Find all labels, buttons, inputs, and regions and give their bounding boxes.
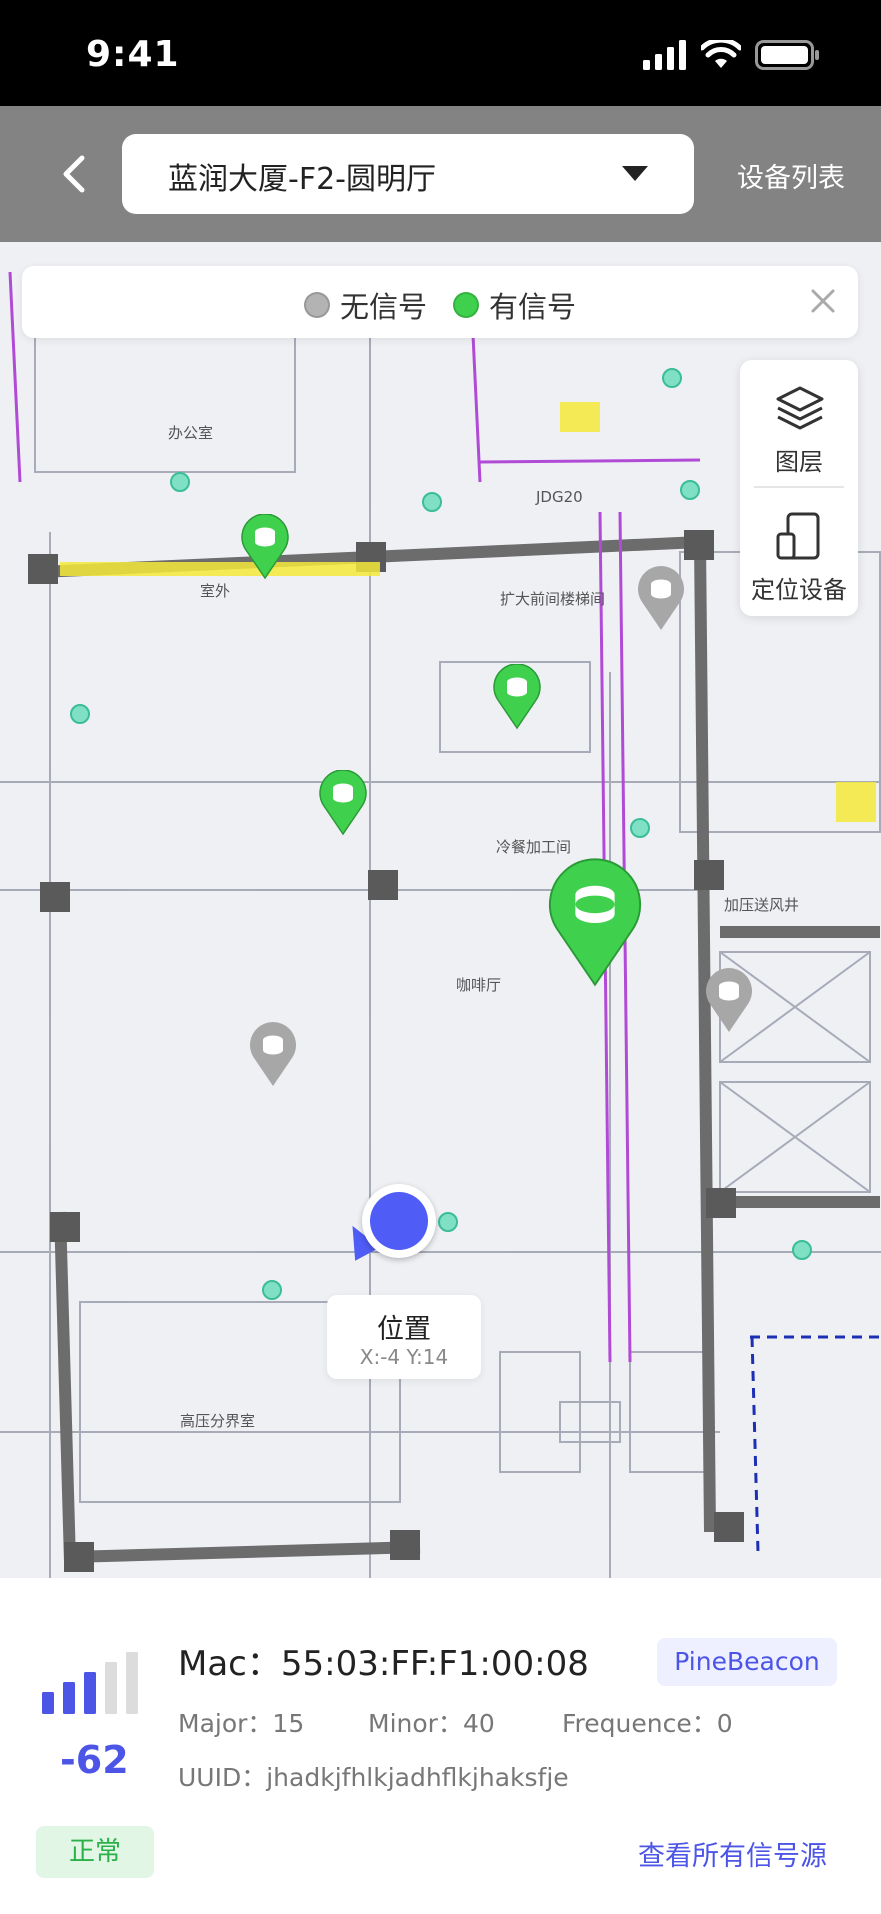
mac-address: Mac：55:03:FF:F1:00:08: [178, 1636, 589, 1685]
major-value: 15: [272, 1709, 305, 1738]
uuid-label: UUID：: [178, 1763, 267, 1792]
signal-bar-empty: [105, 1662, 117, 1714]
locate-device-label: 定位设备: [751, 576, 847, 604]
room-label-kitchen: 冷餐加工间: [496, 838, 571, 856]
major-label: Major：: [178, 1709, 273, 1738]
status-icons: [643, 40, 821, 70]
minor-label: Minor：: [368, 1709, 463, 1738]
layers-label: 图层: [775, 448, 823, 476]
green-dot-icon: [453, 292, 479, 318]
signal-legend: 无信号 有信号: [22, 266, 858, 338]
frequence: Frequence：0: [562, 1704, 733, 1740]
room-label-shaft: 加压送风井: [724, 896, 799, 914]
minor-value: 40: [462, 1709, 495, 1738]
signal-bar-filled: [84, 1672, 96, 1714]
room-label-substation: 高压分界室: [180, 1412, 255, 1430]
beacon-pin-active[interactable]: [492, 664, 542, 730]
beacon-pin-active[interactable]: [318, 770, 368, 836]
beacon-pin-inactive[interactable]: [248, 1022, 298, 1088]
uuid-value: jhadkjfhlkjadhflkjhaksfje: [266, 1763, 569, 1792]
status-badge: 正常: [36, 1826, 154, 1878]
current-location-marker[interactable]: [362, 1184, 436, 1258]
gray-dot-icon: [303, 292, 330, 318]
cellular-signal-icon: [643, 40, 686, 70]
status-bar: 9:41: [0, 0, 881, 106]
beacon-pin-inactive[interactable]: [636, 566, 686, 632]
room-label-outdoor: 室外: [200, 582, 230, 600]
mac-label: Mac：: [178, 1644, 281, 1684]
beacon-pin-inactive[interactable]: [704, 968, 754, 1034]
location-coords: X:-4 Y:14: [359, 1345, 449, 1369]
mac-value: 55:03:FF:F1:00:08: [280, 1644, 589, 1684]
caret-down-icon: [622, 166, 648, 181]
frequence-label: Frequence：: [562, 1709, 717, 1738]
frequence-value: 0: [716, 1709, 733, 1738]
wifi-icon: [701, 40, 741, 68]
venue-select[interactable]: 蓝润大厦-F2-圆明厅: [122, 134, 694, 214]
signal-bar-filled: [42, 1692, 54, 1714]
map-tools-panel: 图层 定位设备: [740, 360, 858, 616]
view-all-sources-link[interactable]: 查看所有信号源: [638, 1834, 827, 1873]
legend-has-signal: 有信号: [453, 284, 576, 326]
room-label-stair: 扩大前间楼梯间: [500, 590, 605, 608]
device-info-panel: -62 Mac：55:03:FF:F1:00:08 PineBeacon Maj…: [0, 1578, 881, 1914]
layers-icon: [776, 386, 824, 430]
rssi-value: -62: [60, 1738, 129, 1782]
legend-label: 无信号: [339, 290, 427, 324]
battery-icon: [755, 40, 819, 70]
room-label-cafe: 咖啡厅: [456, 976, 501, 994]
locate-device-button[interactable]: 定位设备: [740, 488, 858, 612]
beacon-pin-active[interactable]: [240, 514, 290, 580]
device-list-link[interactable]: 设备列表: [737, 156, 845, 195]
device-locate-icon: [776, 512, 820, 560]
signal-bar-filled: [63, 1682, 75, 1714]
location-title: 位置: [377, 1314, 431, 1345]
location-label: 位置 X:-4 Y:14: [327, 1295, 481, 1379]
major: Major：15: [178, 1704, 304, 1740]
room-label-jdg: JDG20: [535, 488, 583, 506]
signal-bar-empty: [126, 1652, 138, 1714]
room-label-office: 办公室: [168, 424, 213, 442]
signal-strength-icon: [42, 1652, 138, 1714]
legend-label: 有信号: [489, 290, 577, 324]
close-icon[interactable]: [808, 286, 838, 316]
layers-button[interactable]: 图层: [740, 360, 858, 484]
status-time: 9:41: [86, 34, 180, 75]
uuid: UUID：jhadkjfhlkjadhflkjhaksfje: [178, 1758, 569, 1794]
chevron-left-icon[interactable]: [52, 150, 100, 198]
beacon-pin-selected[interactable]: [546, 858, 644, 990]
nav-bar: 蓝润大厦-F2-圆明厅 设备列表: [0, 106, 881, 242]
legend-no-signal: 无信号: [303, 284, 427, 326]
location-dot: [370, 1192, 428, 1250]
brand-badge: PineBeacon: [657, 1638, 837, 1686]
venue-name: 蓝润大厦-F2-圆明厅: [168, 162, 436, 197]
minor: Minor：40: [368, 1704, 495, 1740]
